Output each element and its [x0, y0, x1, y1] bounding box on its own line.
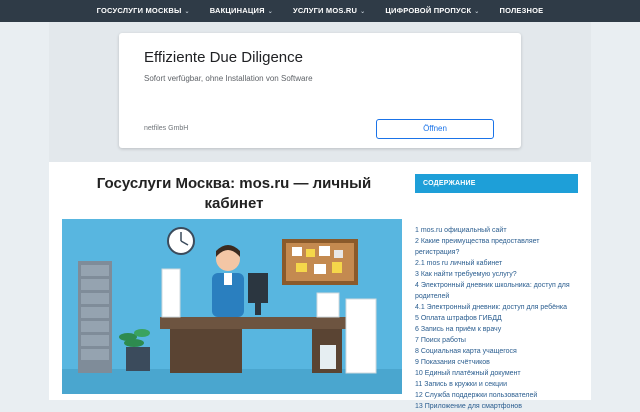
ad-subtitle: Sofort verfügbar, ohne Installation von … [144, 74, 313, 83]
toc-item[interactable]: 4.1 Электронный дневник: доступ для ребё… [415, 302, 583, 313]
ad-open-button[interactable]: Öffnen [376, 119, 494, 139]
toc-item[interactable]: 11 Запись в кружки и секции [415, 379, 583, 390]
chevron-down-icon: ⌄ [360, 9, 366, 15]
nav-item-uslugi-mos-ru[interactable]: УСЛУГИ MOS.RU ⌄ [283, 0, 375, 22]
ad-advertiser[interactable]: netfiles GmbH [144, 125, 188, 132]
nav-item-poleznoe[interactable]: ПОЛЕЗНОЕ [490, 0, 554, 22]
toc-item[interactable]: 6 Запись на приём к врачу [415, 324, 583, 335]
article-title-line-2: кабинет [204, 195, 264, 212]
toc-item[interactable]: 4 Электронный дневник школьника: доступ … [415, 280, 583, 302]
ad-banner-area: Effiziente Due Diligence Sofort verfügba… [49, 22, 591, 162]
corkboard-icon [282, 239, 358, 285]
nav-item-vaktsinatsiya[interactable]: ВАКЦИНАЦИЯ ⌄ [200, 0, 283, 22]
waste-bin-icon [320, 345, 336, 369]
table-of-contents: 1 mos.ru официальный сайт 2 Какие преиму… [415, 225, 583, 412]
chevron-down-icon: ⌄ [474, 9, 480, 15]
toc-item[interactable]: 9 Показания счётчиков [415, 357, 583, 368]
office-worker-illustration [62, 219, 402, 394]
nav-item-label: ГОСУСЛУГИ МОСКВЫ [96, 6, 182, 15]
nav-item-gosuslugi-moskvy[interactable]: ГОСУСЛУГИ МОСКВЫ ⌄ [87, 0, 200, 22]
chevron-down-icon: ⌄ [184, 9, 190, 15]
ad-title[interactable]: Effiziente Due Diligence [144, 49, 303, 66]
nav-item-label: ВАКЦИНАЦИЯ [209, 6, 265, 15]
office-worker-figure [212, 245, 244, 317]
toc-item[interactable]: 1 mos.ru официальный сайт [415, 225, 583, 236]
toc-item[interactable]: 2.1 mos ru личный кабинет [415, 258, 583, 269]
nav-item-label: ЦИФРОВОЙ ПРОПУСК [385, 6, 472, 15]
chevron-down-icon: ⌄ [267, 9, 273, 15]
page-content: Effiziente Due Diligence Sofort verfügba… [49, 22, 591, 410]
toc-item[interactable]: 5 Оплата штрафов ГИБДД [415, 313, 583, 324]
nav-item-tsifrovoy-propusk[interactable]: ЦИФРОВОЙ ПРОПУСК ⌄ [375, 0, 489, 22]
article-title-line-1: Госуслуги Москва: mos.ru — личный [96, 175, 372, 192]
toc-header: СОДЕРЖАНИЕ [415, 174, 578, 193]
top-navigation: ГОСУСЛУГИ МОСКВЫ ⌄ ВАКЦИНАЦИЯ ⌄ УСЛУГИ MOS… [0, 0, 640, 22]
toc-item[interactable]: 13 Приложение для смартфонов [415, 401, 583, 412]
nav-item-label: ПОЛЕЗНОЕ [499, 6, 544, 15]
toc-item[interactable]: 10 Единый платёжный документ [415, 368, 583, 379]
file-cabinet-icon [78, 261, 112, 373]
toc-item[interactable]: 3 Как найти требуемую услугу? [415, 269, 583, 280]
article-title: Госуслуги Москва: mos.ru — личный кабине… [69, 174, 399, 214]
toc-item[interactable]: 8 Социальная карта учащегося [415, 346, 583, 357]
toc-item[interactable]: 7 Поиск работы [415, 335, 583, 346]
nav-item-label: УСЛУГИ MOS.RU [292, 6, 358, 15]
toc-item[interactable]: 2 Какие преимущества предоставляет регис… [415, 236, 583, 258]
wall-clock-icon [167, 227, 195, 255]
ad-card[interactable]: Effiziente Due Diligence Sofort verfügba… [119, 33, 521, 148]
toc-item[interactable]: 12 Служба поддержки пользователей [415, 390, 583, 401]
